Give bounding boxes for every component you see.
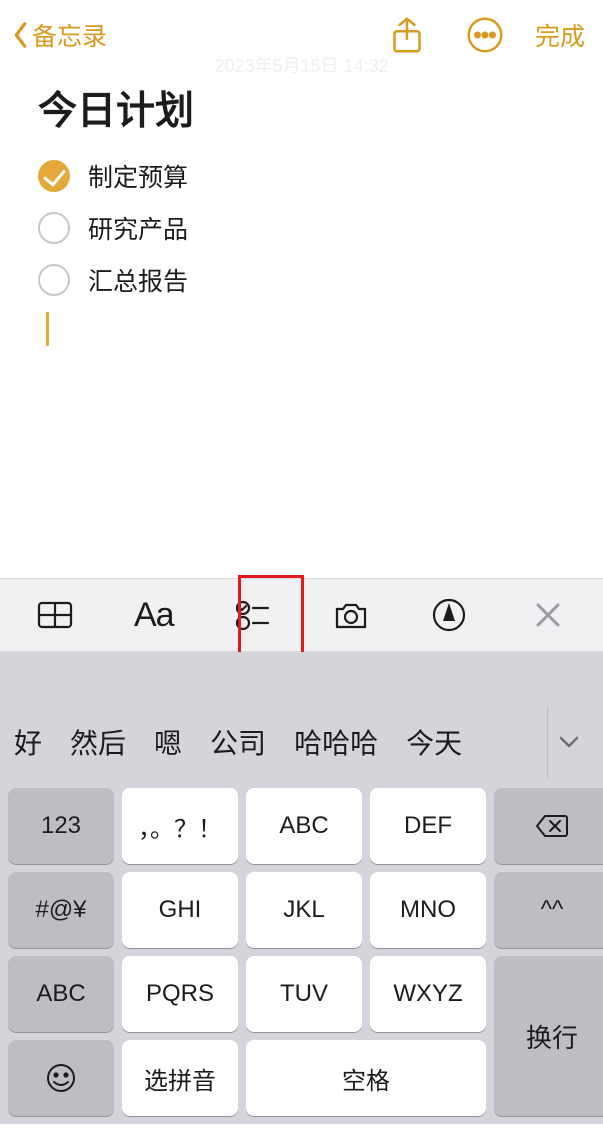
camera-button[interactable] bbox=[323, 587, 379, 643]
close-icon bbox=[534, 601, 562, 629]
text-cursor bbox=[46, 312, 49, 346]
check-item[interactable]: 制定预算 bbox=[38, 150, 583, 202]
checklist-button[interactable] bbox=[224, 587, 280, 643]
key-backspace[interactable] bbox=[494, 788, 603, 864]
camera-icon bbox=[331, 595, 371, 635]
backspace-icon bbox=[535, 813, 569, 839]
candidate-word[interactable]: 公司 bbox=[210, 722, 266, 762]
key-jkl[interactable]: JKL bbox=[246, 872, 362, 948]
check-item-text[interactable]: 汇总报告 bbox=[88, 262, 188, 298]
key-mno[interactable]: MNO bbox=[370, 872, 486, 948]
note-body[interactable]: 今日计划 制定预算 研究产品 汇总报告 bbox=[0, 70, 603, 346]
chevron-down-icon bbox=[559, 735, 579, 749]
key-sym[interactable]: #@¥ bbox=[8, 872, 114, 948]
toolbar-gap bbox=[0, 652, 603, 706]
key-pinyin[interactable]: 选拼音 bbox=[122, 1040, 238, 1116]
key-123[interactable]: 123 bbox=[8, 788, 114, 864]
table-button[interactable] bbox=[27, 587, 83, 643]
share-icon bbox=[387, 15, 427, 55]
note-timestamp: 2023年5月15日 14:32 bbox=[0, 52, 603, 78]
back-label: 备忘录 bbox=[32, 17, 107, 53]
markup-button[interactable] bbox=[421, 587, 477, 643]
key-wxyz[interactable]: WXYZ bbox=[370, 956, 486, 1032]
candidate-word[interactable]: 然后 bbox=[70, 722, 126, 762]
key-tuv[interactable]: TUV bbox=[246, 956, 362, 1032]
checklist-icon bbox=[232, 595, 272, 635]
done-button[interactable]: 完成 bbox=[535, 17, 591, 53]
markup-icon bbox=[429, 595, 469, 635]
back-button[interactable]: 备忘录 bbox=[12, 17, 107, 53]
key-space[interactable]: 空格 bbox=[246, 1040, 486, 1116]
key-return[interactable]: 换行 bbox=[494, 956, 603, 1116]
format-toolbar: Aa bbox=[0, 578, 603, 652]
key-abc-mode[interactable]: ABC bbox=[8, 956, 114, 1032]
check-bullet[interactable] bbox=[38, 212, 70, 244]
key-ghi[interactable]: GHI bbox=[122, 872, 238, 948]
key-def[interactable]: DEF bbox=[370, 788, 486, 864]
check-item-text[interactable]: 研究产品 bbox=[88, 210, 188, 246]
check-item[interactable]: 汇总报告 bbox=[38, 254, 583, 306]
dismiss-keyboard-button[interactable] bbox=[520, 587, 576, 643]
key-punct[interactable]: ，。？！ bbox=[122, 788, 238, 864]
emoji-icon bbox=[45, 1062, 77, 1094]
key-abc[interactable]: ABC bbox=[246, 788, 362, 864]
check-bullet-checked[interactable] bbox=[38, 160, 70, 192]
candidate-expand-button[interactable] bbox=[547, 706, 589, 778]
key-face[interactable]: ^^ bbox=[494, 872, 603, 948]
check-bullet[interactable] bbox=[38, 264, 70, 296]
candidate-word[interactable]: 嗯 bbox=[154, 722, 182, 762]
note-title[interactable]: 今日计划 bbox=[38, 80, 583, 136]
table-icon bbox=[35, 595, 75, 635]
ellipsis-circle-icon bbox=[465, 15, 505, 55]
candidate-word[interactable]: 今天 bbox=[406, 722, 462, 762]
candidate-word[interactable]: 好 bbox=[14, 722, 42, 762]
check-item-text[interactable]: 制定预算 bbox=[88, 158, 188, 194]
chevron-left-icon bbox=[12, 21, 30, 49]
key-emoji[interactable] bbox=[8, 1040, 114, 1116]
check-item[interactable]: 研究产品 bbox=[38, 202, 583, 254]
key-pqrs[interactable]: PQRS bbox=[122, 956, 238, 1032]
candidate-bar: 好 然后 嗯 公司 哈哈哈 今天 bbox=[0, 706, 603, 778]
keyboard: 123 ，。？！ ABC DEF #@¥ GHI JKL MNO ^^ ABC … bbox=[0, 778, 603, 1124]
text-style-button[interactable]: Aa bbox=[126, 587, 182, 643]
candidate-word[interactable]: 哈哈哈 bbox=[294, 722, 378, 762]
